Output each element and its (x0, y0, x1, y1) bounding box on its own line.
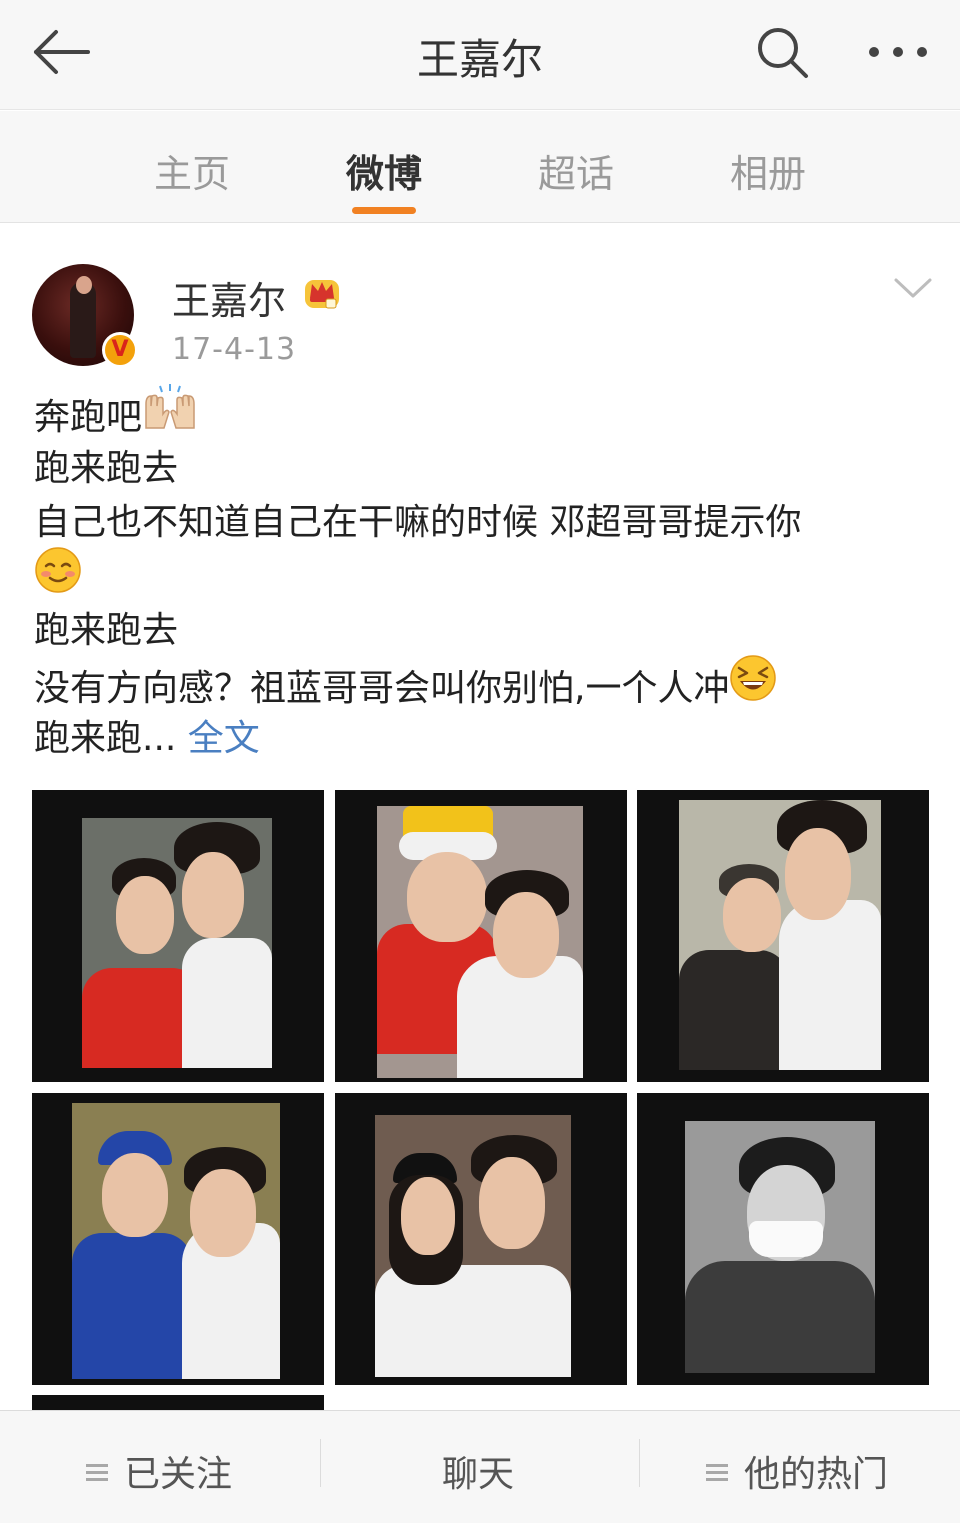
post-line: 奔跑吧 (34, 384, 934, 442)
hot-posts-label: 他的热门 (744, 1454, 889, 1495)
post-photo[interactable] (335, 790, 627, 1082)
post-line: 没有方向感？祖蓝哥哥会叫你别怕,一个人冲 (34, 655, 934, 712)
post-line: 跑来跑去 (34, 448, 179, 489)
verified-badge: V (102, 332, 138, 368)
crown-icon[interactable] (302, 272, 342, 310)
post-photo[interactable] (637, 1093, 929, 1385)
bottom-bar: 已关注 聊天 他的热门 (0, 1410, 960, 1523)
raised-hands-emoji (142, 384, 198, 446)
profile-tabs: 主页 微博 超话 相册 (0, 111, 960, 223)
post-content: 奔跑吧 跑来跑去 自己也不知道自己在干嘛的时候 邓超哥哥提示你 跑来跑去 没有方… (34, 384, 934, 766)
followed-label: 已关注 (124, 1454, 233, 1495)
page-title: 王嘉尔 (416, 35, 543, 84)
smiling-blush-emoji (34, 546, 82, 610)
post-line: 跑来跑去 (34, 610, 179, 651)
more-button[interactable] (862, 22, 934, 82)
post-line: 自己也不知道自己在干嘛的时候 邓超哥哥提示你 (34, 502, 802, 543)
divider (639, 1439, 640, 1487)
menu-lines-icon (706, 1462, 730, 1482)
tab-album[interactable]: 相册 (708, 143, 828, 198)
post-line-text: 跑来跑... (34, 718, 177, 759)
search-button[interactable] (752, 22, 812, 82)
menu-lines-icon (86, 1462, 110, 1482)
divider (320, 1439, 321, 1487)
post-photo[interactable] (32, 1093, 324, 1385)
post-line (34, 547, 934, 604)
post-photo[interactable] (32, 790, 324, 1082)
active-tab-indicator (352, 207, 416, 214)
post-options-button[interactable] (892, 272, 934, 302)
followed-button[interactable]: 已关注 (86, 1445, 232, 1497)
more-dots-icon (869, 47, 927, 57)
tab-super-topic[interactable]: 超话 (516, 143, 636, 198)
top-bar: 王嘉尔 (0, 0, 960, 110)
laughing-emoji (729, 654, 777, 718)
chat-button[interactable]: 聊天 (442, 1445, 514, 1497)
tab-home[interactable]: 主页 (132, 143, 252, 198)
hot-posts-button[interactable]: 他的热门 (706, 1445, 888, 1497)
full-text-link[interactable]: 全文 (188, 718, 260, 759)
post-line: 跑来跑... 全文 (34, 712, 934, 766)
tab-weibo[interactable]: 微博 (324, 143, 444, 198)
chevron-down-icon (894, 278, 932, 298)
search-icon (758, 28, 808, 78)
post-line-text: 没有方向感？祖蓝哥哥会叫你别怕,一个人冲 (34, 668, 730, 709)
post-photo[interactable] (335, 1093, 627, 1385)
post-line-text: 奔跑吧 (34, 397, 143, 438)
author-name[interactable]: 王嘉尔 (172, 270, 286, 325)
post-photo[interactable] (637, 790, 929, 1082)
post-date: 17-4-13 (172, 332, 297, 367)
